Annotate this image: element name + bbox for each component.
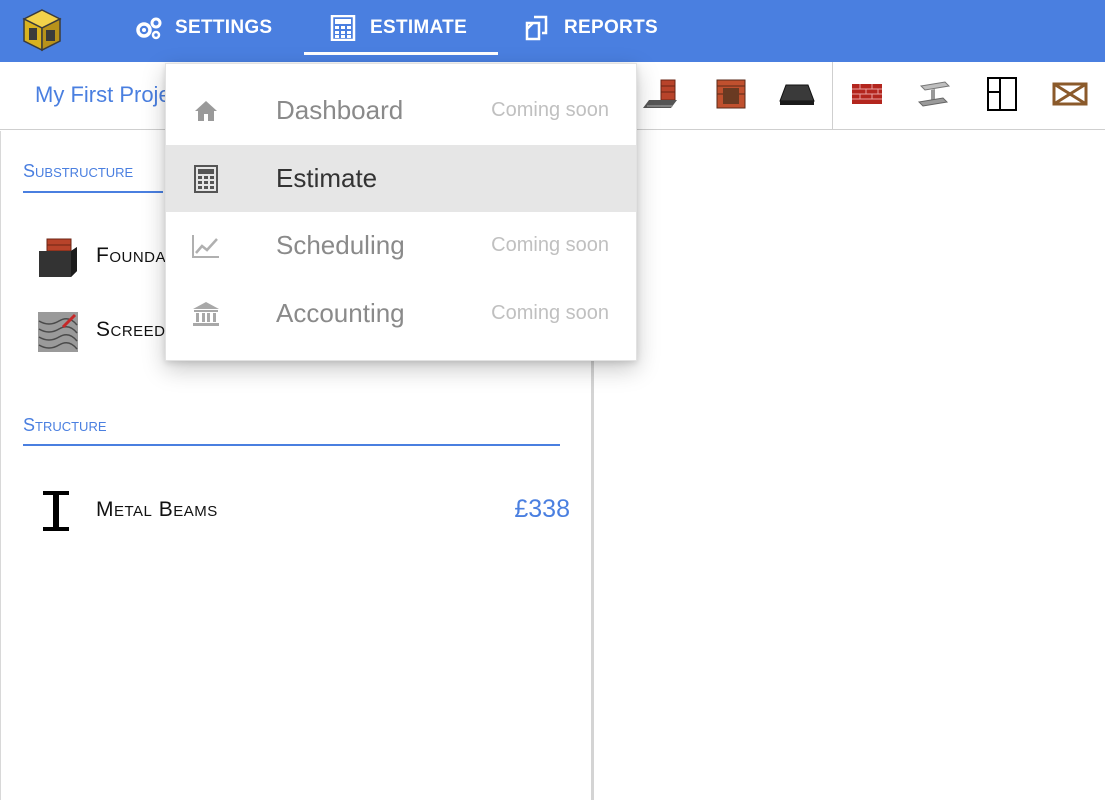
- i-beam-icon: [41, 489, 73, 538]
- tab-reports[interactable]: REPORTS: [522, 0, 658, 56]
- estimate-dropdown-menu: Dashboard Coming soon Estimate Schedulin…: [165, 63, 637, 361]
- menu-item-estimate[interactable]: Estimate: [166, 145, 636, 212]
- coming-soon-note: Coming soon: [491, 234, 609, 256]
- brick-foundation-icon[interactable]: [643, 74, 683, 114]
- slab-icon[interactable]: [777, 74, 817, 114]
- cube-logo-icon[interactable]: [20, 8, 64, 52]
- menu-item-accounting[interactable]: Accounting Coming soon: [166, 280, 636, 347]
- window-icon[interactable]: [982, 74, 1022, 114]
- tab-estimate[interactable]: ESTIMATE: [328, 0, 467, 56]
- menu-item-label: Dashboard: [276, 95, 404, 125]
- tab-estimate-label: ESTIMATE: [370, 17, 468, 38]
- chart-line-icon: [190, 230, 222, 262]
- menu-item-dashboard[interactable]: Dashboard Coming soon: [166, 77, 636, 144]
- timber-frame-icon[interactable]: [1050, 74, 1090, 114]
- foundation-block-icon: [37, 237, 79, 284]
- menu-item-label: Estimate: [276, 163, 378, 193]
- coming-soon-note: Coming soon: [491, 99, 609, 121]
- coming-soon-note: Coming soon: [491, 302, 609, 324]
- calculator-icon: [328, 15, 358, 41]
- screed-trowel-icon: [37, 311, 79, 358]
- home-icon: [190, 95, 222, 127]
- calculator-icon: [190, 163, 222, 195]
- section-title-structure: Structure: [23, 415, 107, 435]
- menu-item-label: Accounting: [276, 298, 405, 328]
- menu-item-scheduling[interactable]: Scheduling Coming soon: [166, 212, 636, 279]
- steel-beam-icon[interactable]: [914, 74, 954, 114]
- top-nav-bar: SETTINGS ESTIMATE REPORTS: [0, 0, 1105, 62]
- tab-reports-label: REPORTS: [564, 17, 658, 38]
- item-cost: £338: [514, 495, 570, 523]
- bank-icon: [190, 298, 222, 330]
- sidebar-item-metal-beams[interactable]: Metal Beams: [96, 498, 218, 522]
- section-title-substructure: Substructure: [23, 161, 134, 181]
- documents-icon: [522, 15, 552, 41]
- tab-settings[interactable]: SETTINGS: [133, 0, 272, 56]
- toolbar-divider: [832, 62, 833, 130]
- gears-icon: [133, 15, 163, 41]
- section-divider: [23, 444, 560, 446]
- tab-settings-label: SETTINGS: [175, 17, 273, 38]
- active-tab-indicator: [304, 52, 498, 55]
- section-divider: [23, 191, 163, 193]
- brick-pillar-icon[interactable]: [711, 74, 751, 114]
- menu-item-label: Scheduling: [276, 230, 405, 260]
- brick-wall-icon[interactable]: [847, 74, 887, 114]
